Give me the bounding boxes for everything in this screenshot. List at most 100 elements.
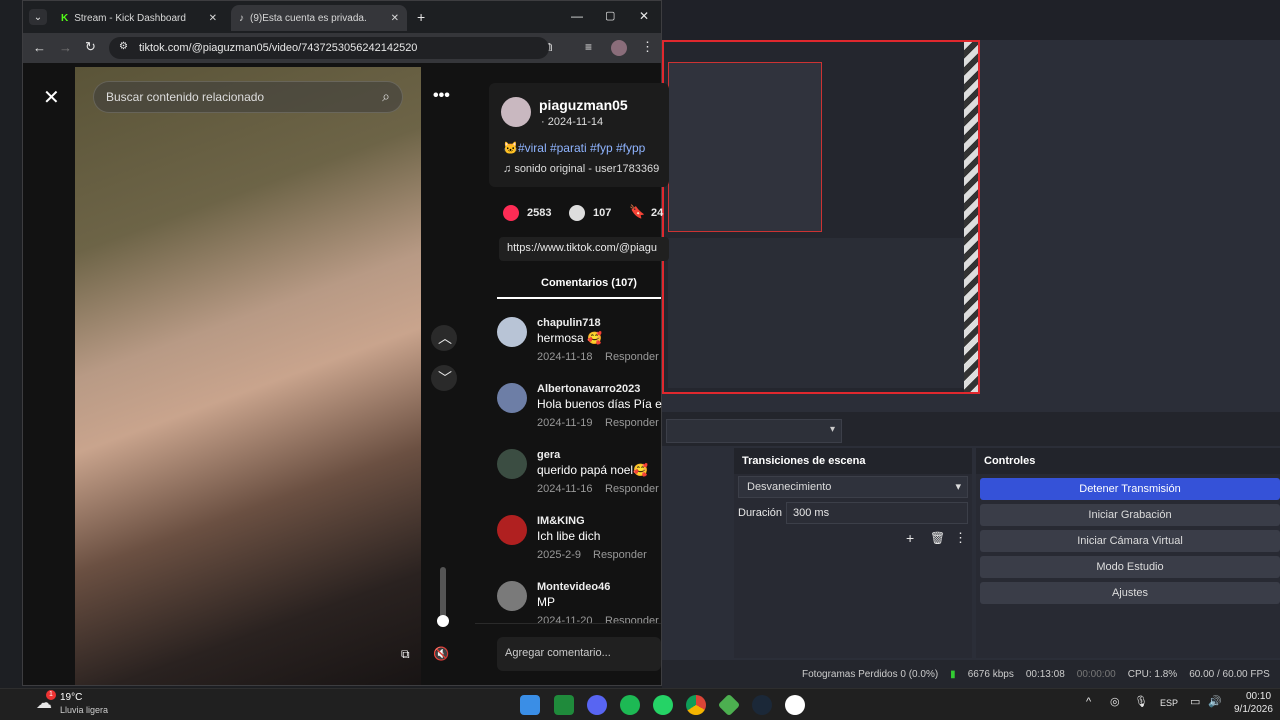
avatar[interactable] bbox=[497, 515, 527, 545]
comment-input[interactable]: Agregar comentario... bbox=[497, 637, 661, 671]
comment-item: Montevideo46 MP 2024-11-20 Responder bbox=[497, 581, 677, 623]
stream-time: 00:13:08 bbox=[1025, 668, 1065, 680]
pip-icon[interactable]: ⧉ bbox=[401, 647, 410, 662]
scene-dropdown[interactable]: ▾ bbox=[666, 419, 842, 443]
author-name[interactable]: piaguzman05 bbox=[539, 97, 628, 113]
back-icon[interactable]: ← bbox=[33, 40, 46, 55]
duration-value: 300 ms bbox=[793, 507, 830, 519]
volume-icon[interactable]: 🔊 bbox=[1208, 695, 1222, 708]
avatar[interactable] bbox=[497, 581, 527, 611]
minecraft-icon[interactable] bbox=[554, 695, 574, 715]
browser-window: ⌄ K Stream - Kick Dashboard ✕ ♪ (9)Esta … bbox=[22, 0, 669, 686]
maximize-icon[interactable]: ▢ bbox=[605, 9, 615, 22]
close-icon[interactable]: ✕ bbox=[209, 13, 217, 24]
tab-kick[interactable]: K Stream - Kick Dashboard ✕ bbox=[53, 5, 225, 31]
sound-name: sonido original - user1783369 bbox=[514, 163, 660, 175]
search-input[interactable]: Buscar contenido relacionado ⌕ bbox=[93, 81, 403, 113]
chevron-up-icon: ︿ bbox=[438, 330, 452, 346]
minimize-icon[interactable]: — bbox=[571, 9, 583, 23]
bookmark-icon[interactable]: 🔖 bbox=[629, 204, 645, 220]
forward-icon[interactable]: → bbox=[59, 40, 72, 55]
clock-date[interactable]: 9/1/2026 bbox=[1234, 704, 1273, 715]
volume-slider[interactable] bbox=[437, 567, 449, 627]
comment-text: Ich libe dich bbox=[537, 529, 601, 543]
video-player[interactable] bbox=[75, 67, 421, 685]
comment-count: 107 bbox=[593, 207, 612, 219]
transition-value: Desvanecimiento bbox=[747, 481, 832, 493]
duration-label: Duración bbox=[738, 507, 783, 519]
reply-link[interactable]: Responder bbox=[605, 483, 659, 495]
next-video-button[interactable]: ﹀ bbox=[431, 365, 457, 391]
reply-link[interactable]: Responder bbox=[605, 417, 659, 429]
previous-video-button[interactable]: ︿ bbox=[431, 325, 457, 351]
reply-link[interactable]: Responder bbox=[605, 615, 659, 623]
add-icon[interactable]: + bbox=[906, 530, 914, 546]
studio-mode-button[interactable]: Modo Estudio bbox=[980, 556, 1280, 578]
close-icon[interactable]: ✕ bbox=[391, 13, 399, 24]
spotify-icon[interactable] bbox=[620, 695, 640, 715]
source-boundary-stripe bbox=[964, 42, 978, 392]
close-window-icon[interactable]: ✕ bbox=[639, 9, 649, 23]
search-icon[interactable]: ⌕ bbox=[382, 88, 390, 105]
more-vertical-icon[interactable]: ⋮ bbox=[954, 530, 967, 546]
avatar[interactable] bbox=[497, 317, 527, 347]
duration-field[interactable]: 300 ms bbox=[786, 502, 968, 524]
fps: 60.00 / 60.00 FPS bbox=[1189, 668, 1270, 680]
mic-icon[interactable]: 🎙 bbox=[1134, 695, 1148, 708]
game-icon[interactable] bbox=[717, 693, 741, 717]
obs-window: ▾ Transiciones de escena Desvanecimiento… bbox=[662, 0, 1280, 688]
menu-icon[interactable]: ⋮ bbox=[641, 39, 654, 55]
tab-comments[interactable]: Comentarios (107) bbox=[541, 277, 637, 289]
close-icon[interactable]: ✕ bbox=[43, 85, 60, 110]
avatar[interactable] bbox=[497, 449, 527, 479]
like-icon[interactable] bbox=[503, 205, 519, 221]
chrome-icon[interactable] bbox=[686, 695, 706, 715]
network-icon[interactable]: ▭ bbox=[1190, 695, 1200, 708]
tab-tiktok[interactable]: ♪ (9)Esta cuenta es privada. Sigu ✕ bbox=[231, 5, 407, 31]
mute-icon[interactable]: 🔇 bbox=[433, 646, 449, 662]
url-text: tiktok.com/@piaguzman05/video/7437253056… bbox=[139, 42, 418, 54]
discord-icon[interactable] bbox=[587, 695, 607, 715]
comment-user[interactable]: IM&KING bbox=[537, 515, 585, 527]
avatar[interactable] bbox=[497, 383, 527, 413]
windows-start-icon[interactable] bbox=[520, 695, 540, 715]
chevron-down-icon: ▾ bbox=[829, 424, 835, 435]
transition-select[interactable]: Desvanecimiento ▾ bbox=[738, 476, 968, 498]
steam-icon[interactable] bbox=[752, 695, 772, 715]
reply-link[interactable]: Responder bbox=[593, 549, 647, 561]
comment-user[interactable]: Montevideo46 bbox=[537, 581, 610, 593]
new-tab-icon[interactable]: + bbox=[417, 9, 425, 25]
comment-user[interactable]: Albertonavarro2023 bbox=[537, 383, 640, 395]
controls-title: Controles bbox=[976, 448, 1280, 474]
start-virtual-camera-button[interactable]: Iniciar Cámara Virtual bbox=[980, 530, 1280, 552]
steam-tray-icon[interactable]: ◎ bbox=[1110, 695, 1120, 708]
address-bar[interactable]: ⚙ tiktok.com/@piaguzman05/video/74372530… bbox=[109, 37, 549, 59]
nested-obs-panels bbox=[668, 238, 968, 388]
obs-icon[interactable] bbox=[785, 695, 805, 715]
sound-line[interactable]: ♫ sonido original - user1783369 bbox=[503, 163, 661, 175]
tab-search-icon[interactable]: ⌄ bbox=[29, 9, 47, 25]
reload-icon[interactable]: ↻ bbox=[85, 39, 96, 55]
comment-user[interactable]: gera bbox=[537, 449, 560, 461]
obs-preview[interactable] bbox=[662, 40, 980, 394]
language-indicator[interactable]: ESP bbox=[1160, 698, 1178, 708]
profile-avatar[interactable] bbox=[611, 40, 627, 56]
transitions-title: Transiciones de escena bbox=[734, 448, 972, 474]
settings-button[interactable]: Ajustes bbox=[980, 582, 1280, 604]
trash-icon[interactable]: 🗑 bbox=[930, 531, 945, 545]
hashtags[interactable]: 🐱#viral #parati #fyp #fypp bbox=[503, 141, 661, 155]
more-options-icon[interactable]: ••• bbox=[433, 87, 450, 105]
start-recording-button[interactable]: Iniciar Grabación bbox=[980, 504, 1280, 526]
media-control-icon[interactable]: ≡ bbox=[585, 40, 592, 54]
comment-user[interactable]: chapulin718 bbox=[537, 317, 601, 329]
stop-stream-button[interactable]: Detener Transmisión bbox=[980, 478, 1280, 500]
whatsapp-icon[interactable] bbox=[653, 695, 673, 715]
author-avatar[interactable] bbox=[501, 97, 531, 127]
reply-link[interactable]: Responder bbox=[605, 351, 659, 363]
chevron-up-icon[interactable]: ^ bbox=[1086, 696, 1091, 708]
volume-handle[interactable] bbox=[437, 615, 449, 627]
clock-time[interactable]: 00:10 bbox=[1246, 691, 1271, 702]
comment-icon[interactable] bbox=[569, 205, 585, 221]
site-info-icon[interactable]: ⚙ bbox=[119, 41, 128, 52]
copy-link-field[interactable]: https://www.tiktok.com/@piagu bbox=[499, 237, 669, 261]
